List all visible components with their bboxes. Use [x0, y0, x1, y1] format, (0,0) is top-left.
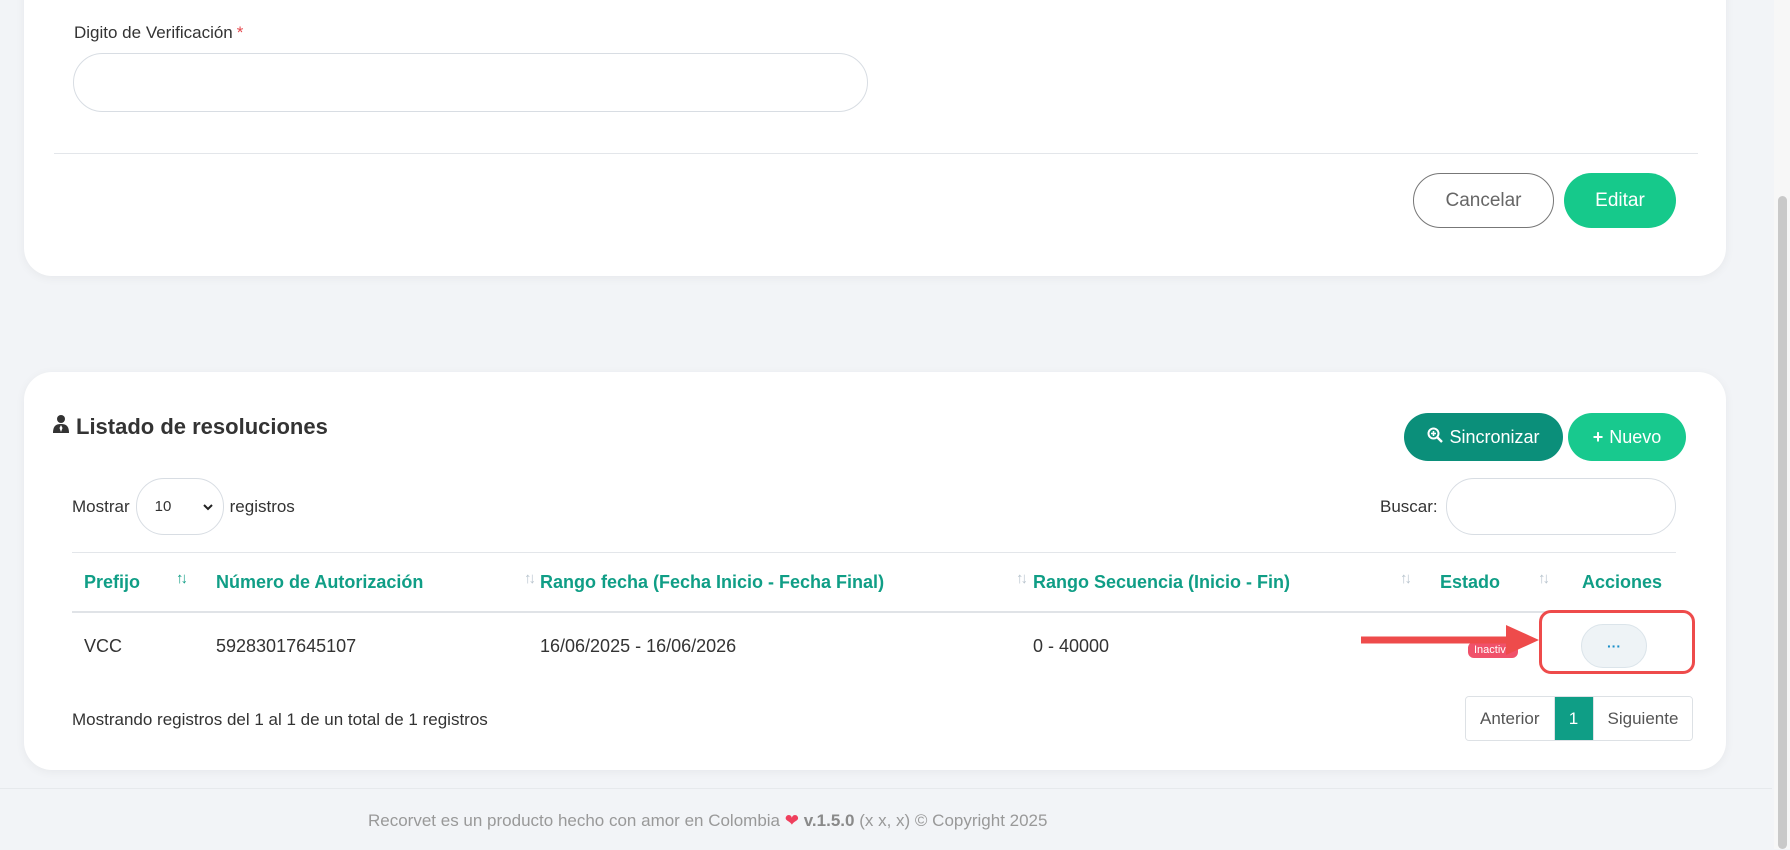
- cell-date-range: 16/06/2025 - 16/06/2026: [540, 635, 737, 656]
- column-header-acciones: Acciones: [1582, 571, 1663, 592]
- search-plus-icon: [1427, 427, 1444, 448]
- dv-label: Digito de Verificación *: [74, 23, 243, 43]
- form-card: Digito de Verificación * Cancelar Editar: [24, 0, 1726, 276]
- pagination-page-1[interactable]: 1: [1553, 697, 1593, 740]
- show-label: Mostrar: [72, 496, 130, 516]
- version: v.1.5.0: [803, 811, 855, 830]
- scrollbar-thumb[interactable]: [1778, 196, 1787, 849]
- list-title: Listado de resoluciones: [52, 414, 328, 440]
- column-header-estado[interactable]: Estado: [1440, 553, 1500, 611]
- cell-seq-range: 0 - 40000: [1033, 635, 1110, 656]
- dv-input[interactable]: [73, 53, 868, 112]
- page-size-control: Mostrar 10 registros: [72, 478, 295, 535]
- search-control: Buscar:: [1380, 478, 1676, 535]
- heart-icon: ❤: [784, 811, 799, 830]
- chevron-down-icon: [202, 498, 213, 515]
- pagination-next[interactable]: Siguiente: [1592, 697, 1693, 740]
- cancel-button[interactable]: Cancelar: [1413, 173, 1554, 228]
- column-header-prefijo[interactable]: Prefijo: [84, 553, 140, 611]
- sort-asc-icon[interactable]: ↑↓: [176, 570, 188, 587]
- cell-prefix: VCC: [84, 635, 123, 656]
- table-info: Mostrando registros del 1 al 1 de un tot…: [72, 710, 488, 729]
- column-header-rango-secuencia[interactable]: Rango Secuencia (Inicio - Fin): [1033, 553, 1290, 611]
- footer: Recorvet es un producto hecho con amor e…: [0, 788, 1772, 850]
- list-title-text: Listado de resoluciones: [76, 414, 328, 439]
- search-input[interactable]: [1445, 478, 1676, 535]
- new-button[interactable]: + Nuevo: [1568, 413, 1686, 461]
- row-actions-button[interactable]: ···: [1581, 624, 1647, 668]
- footer-copyright: (x x, x) © Copyright 2025: [859, 811, 1048, 830]
- new-button-label: Nuevo: [1609, 426, 1662, 447]
- table-header: Prefijo ↑↓ Número de Autorización ↑↓ Ran…: [72, 552, 1676, 613]
- edit-button[interactable]: Editar: [1564, 173, 1676, 228]
- user-tie-icon: [52, 414, 70, 440]
- sync-button-label: Sincronizar: [1449, 426, 1540, 447]
- sort-icon[interactable]: ↑↓: [1400, 570, 1412, 587]
- column-header-autorizacion[interactable]: Número de Autorización: [216, 553, 423, 611]
- page-size-value: 10: [154, 498, 172, 515]
- page-size-select[interactable]: 10: [135, 478, 224, 535]
- scrollbar[interactable]: [1774, 0, 1790, 849]
- required-mark: *: [236, 23, 244, 42]
- sort-icon[interactable]: ↑↓: [1538, 570, 1550, 587]
- divider: [54, 153, 1698, 154]
- annotation-arrow: [1361, 625, 1539, 655]
- pagination: Anterior 1 Siguiente: [1465, 696, 1694, 741]
- footer-text: Recorvet es un producto hecho con amor e…: [368, 811, 1047, 831]
- cell-auth-number: 59283017645107: [216, 635, 357, 656]
- footer-message: Recorvet es un producto hecho con amor e…: [368, 811, 781, 830]
- plus-icon: +: [1592, 426, 1604, 447]
- dv-label-text: Digito de Verificación: [74, 23, 233, 42]
- resolutions-card: Listado de resoluciones Sincronizar + Nu…: [24, 372, 1726, 770]
- sync-button[interactable]: Sincronizar: [1404, 413, 1563, 461]
- sort-icon[interactable]: ↑↓: [1016, 570, 1028, 587]
- sort-icon[interactable]: ↑↓: [524, 570, 536, 587]
- column-header-rango-fecha[interactable]: Rango fecha (Fecha Inicio - Fecha Final): [540, 553, 884, 611]
- records-label: registros: [229, 496, 295, 516]
- pagination-prev[interactable]: Anterior: [1466, 697, 1554, 740]
- search-label: Buscar:: [1380, 496, 1438, 516]
